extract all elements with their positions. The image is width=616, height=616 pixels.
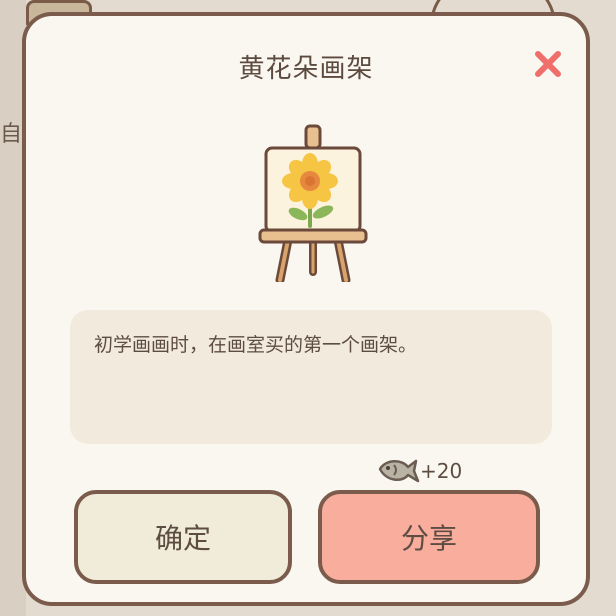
reward-value: +20 [420, 459, 463, 483]
description-box: 初学画画时，在画室买的第一个画架。 [70, 310, 552, 444]
confirm-button[interactable]: 确定 [74, 490, 292, 584]
fish-icon [378, 459, 420, 483]
sunflower-easel-icon [258, 124, 368, 282]
close-x-icon [535, 51, 561, 77]
dialog-title: 黄花朵画架 [238, 54, 374, 84]
share-button[interactable]: 分享 [318, 490, 540, 584]
background-side-text: 自 [0, 122, 23, 147]
close-button[interactable] [530, 46, 566, 82]
item-description: 初学画画时，在画室买的第一个画架。 [94, 334, 418, 356]
item-detail-dialog: 黄花朵画架 初学画画时，在画室买的第一个画架。 +20 确定 分享 [22, 12, 590, 606]
reward: +20 [376, 454, 462, 488]
